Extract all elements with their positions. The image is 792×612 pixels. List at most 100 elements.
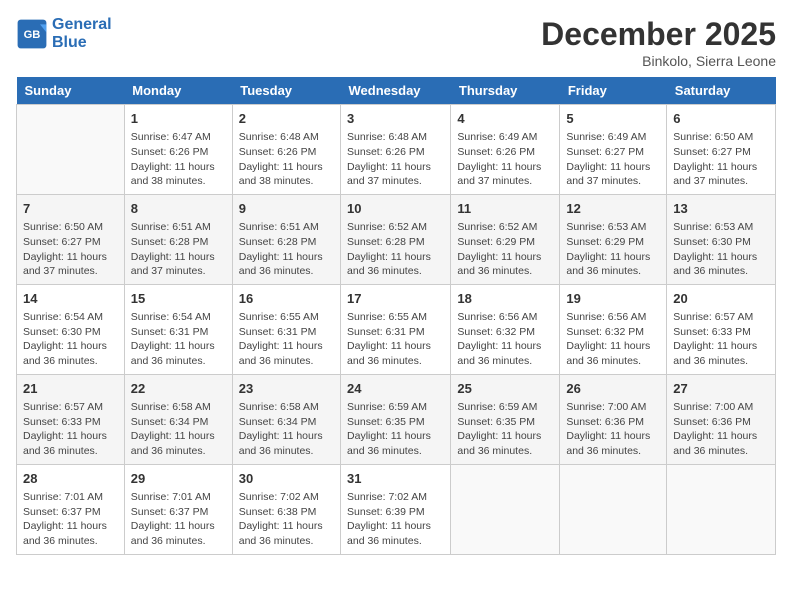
calendar-cell: 29 Sunrise: 7:01 AMSunset: 6:37 PMDayligh… (124, 464, 232, 554)
svg-text:GB: GB (24, 29, 41, 41)
day-info: Sunrise: 6:50 AMSunset: 6:27 PMDaylight:… (23, 220, 118, 279)
calendar-cell: 31Sunrise: 7:02 AMSunset: 6:39 PMDayligh… (341, 464, 451, 554)
calendar-cell (17, 105, 125, 195)
header-friday: Friday (560, 77, 667, 105)
calendar-cell: 14 Sunrise: 6:54 AMSunset: 6:30 PMDayligh… (17, 284, 125, 374)
calendar-cell: 5Sunrise: 6:49 AMSunset: 6:27 PMDaylight… (560, 105, 667, 195)
calendar-cell (667, 464, 776, 554)
day-info: Sunrise: 6:51 AMSunset: 6:28 PMDaylight:… (239, 220, 334, 279)
day-number: 27 (673, 380, 769, 398)
header-monday: Monday (124, 77, 232, 105)
day-info: Sunrise: 7:01 AMSunset: 6:37 PMDaylight:… (23, 490, 118, 549)
calendar-cell: 22 Sunrise: 6:58 AMSunset: 6:34 PMDayligh… (124, 374, 232, 464)
day-number: 25 (457, 380, 553, 398)
day-number: 3 (347, 110, 444, 128)
day-info: Sunrise: 6:51 AMSunset: 6:28 PMDaylight:… (131, 220, 226, 279)
calendar-cell: 12 Sunrise: 6:53 AMSunset: 6:29 PMDayligh… (560, 194, 667, 284)
calendar-cell: 1 Sunrise: 6:47 AMSunset: 6:26 PMDaylight… (124, 105, 232, 195)
day-info: Sunrise: 6:58 AMSunset: 6:34 PMDaylight:… (239, 400, 334, 459)
day-number: 23 (239, 380, 334, 398)
day-info: Sunrise: 7:00 AMSunset: 6:36 PMDaylight:… (673, 400, 769, 459)
day-number: 21 (23, 380, 118, 398)
header-thursday: Thursday (451, 77, 560, 105)
day-number: 12 (566, 200, 660, 218)
day-info: Sunrise: 6:55 AMSunset: 6:31 PMDaylight:… (239, 310, 334, 369)
day-number: 18 (457, 290, 553, 308)
day-info: Sunrise: 6:47 AMSunset: 6:26 PMDaylight:… (131, 130, 226, 189)
calendar-week-row: 28 Sunrise: 7:01 AMSunset: 6:37 PMDayligh… (17, 464, 776, 554)
calendar-cell: 19Sunrise: 6:56 AMSunset: 6:32 PMDayligh… (560, 284, 667, 374)
calendar-week-row: 21 Sunrise: 6:57 AMSunset: 6:33 PMDayligh… (17, 374, 776, 464)
day-info: Sunrise: 6:59 AMSunset: 6:35 PMDaylight:… (347, 400, 444, 459)
day-info: Sunrise: 6:53 AMSunset: 6:29 PMDaylight:… (566, 220, 660, 279)
calendar-cell: 20 Sunrise: 6:57 AMSunset: 6:33 PMDayligh… (667, 284, 776, 374)
day-info: Sunrise: 7:01 AMSunset: 6:37 PMDaylight:… (131, 490, 226, 549)
calendar-table: SundayMondayTuesdayWednesdayThursdayFrid… (16, 77, 776, 555)
calendar-cell: 30Sunrise: 7:02 AMSunset: 6:38 PMDayligh… (232, 464, 340, 554)
day-info: Sunrise: 7:02 AMSunset: 6:38 PMDaylight:… (239, 490, 334, 549)
day-number: 2 (239, 110, 334, 128)
day-info: Sunrise: 6:53 AMSunset: 6:30 PMDaylight:… (673, 220, 769, 279)
calendar-week-row: 7 Sunrise: 6:50 AMSunset: 6:27 PMDaylight… (17, 194, 776, 284)
day-info: Sunrise: 6:50 AMSunset: 6:27 PMDaylight:… (673, 130, 769, 189)
calendar-cell: 6 Sunrise: 6:50 AMSunset: 6:27 PMDaylight… (667, 105, 776, 195)
day-number: 20 (673, 290, 769, 308)
day-info: Sunrise: 6:54 AMSunset: 6:30 PMDaylight:… (23, 310, 118, 369)
day-number: 10 (347, 200, 444, 218)
day-info: Sunrise: 6:56 AMSunset: 6:32 PMDaylight:… (457, 310, 553, 369)
day-number: 16 (239, 290, 334, 308)
day-number: 5 (566, 110, 660, 128)
calendar-cell: 9 Sunrise: 6:51 AMSunset: 6:28 PMDaylight… (232, 194, 340, 284)
header-saturday: Saturday (667, 77, 776, 105)
calendar-cell (560, 464, 667, 554)
day-number: 9 (239, 200, 334, 218)
day-number: 7 (23, 200, 118, 218)
day-info: Sunrise: 6:52 AMSunset: 6:29 PMDaylight:… (457, 220, 553, 279)
title-block: December 2025 Binkolo, Sierra Leone (541, 16, 776, 69)
calendar-cell: 2 Sunrise: 6:48 AMSunset: 6:26 PMDaylight… (232, 105, 340, 195)
day-info: Sunrise: 6:57 AMSunset: 6:33 PMDaylight:… (23, 400, 118, 459)
day-info: Sunrise: 6:48 AMSunset: 6:26 PMDaylight:… (239, 130, 334, 189)
calendar-cell: 8 Sunrise: 6:51 AMSunset: 6:28 PMDaylight… (124, 194, 232, 284)
calendar-cell: 26 Sunrise: 7:00 AMSunset: 6:36 PMDayligh… (560, 374, 667, 464)
day-number: 28 (23, 470, 118, 488)
day-number: 17 (347, 290, 444, 308)
day-info: Sunrise: 6:54 AMSunset: 6:31 PMDaylight:… (131, 310, 226, 369)
calendar-cell: 16 Sunrise: 6:55 AMSunset: 6:31 PMDayligh… (232, 284, 340, 374)
day-info: Sunrise: 6:48 AMSunset: 6:26 PMDaylight:… (347, 130, 444, 189)
calendar-cell: 27 Sunrise: 7:00 AMSunset: 6:36 PMDayligh… (667, 374, 776, 464)
header-wednesday: Wednesday (341, 77, 451, 105)
calendar-cell: 3 Sunrise: 6:48 AMSunset: 6:26 PMDaylight… (341, 105, 451, 195)
logo: GB General Blue (16, 16, 112, 51)
calendar-week-row: 1 Sunrise: 6:47 AMSunset: 6:26 PMDaylight… (17, 105, 776, 195)
day-info: Sunrise: 6:49 AMSunset: 6:26 PMDaylight:… (457, 130, 553, 189)
day-info: Sunrise: 7:00 AMSunset: 6:36 PMDaylight:… (566, 400, 660, 459)
logo-icon: GB (16, 18, 48, 50)
day-info: Sunrise: 6:55 AMSunset: 6:31 PMDaylight:… (347, 310, 444, 369)
day-info: Sunrise: 6:57 AMSunset: 6:33 PMDaylight:… (673, 310, 769, 369)
calendar-cell: 13Sunrise: 6:53 AMSunset: 6:30 PMDayligh… (667, 194, 776, 284)
day-info: Sunrise: 7:02 AMSunset: 6:39 PMDaylight:… (347, 490, 444, 549)
day-number: 1 (131, 110, 226, 128)
day-number: 4 (457, 110, 553, 128)
day-number: 26 (566, 380, 660, 398)
day-number: 6 (673, 110, 769, 128)
day-number: 14 (23, 290, 118, 308)
calendar-cell: 11Sunrise: 6:52 AMSunset: 6:29 PMDayligh… (451, 194, 560, 284)
day-info: Sunrise: 6:59 AMSunset: 6:35 PMDaylight:… (457, 400, 553, 459)
calendar-cell: 15 Sunrise: 6:54 AMSunset: 6:31 PMDayligh… (124, 284, 232, 374)
calendar-week-row: 14 Sunrise: 6:54 AMSunset: 6:30 PMDayligh… (17, 284, 776, 374)
day-info: Sunrise: 6:56 AMSunset: 6:32 PMDaylight:… (566, 310, 660, 369)
calendar-cell: 18 Sunrise: 6:56 AMSunset: 6:32 PMDayligh… (451, 284, 560, 374)
day-number: 15 (131, 290, 226, 308)
header-sunday: Sunday (17, 77, 125, 105)
day-number: 24 (347, 380, 444, 398)
calendar-header-row: SundayMondayTuesdayWednesdayThursdayFrid… (17, 77, 776, 105)
logo-text: General Blue (52, 16, 112, 51)
day-number: 29 (131, 470, 226, 488)
day-number: 8 (131, 200, 226, 218)
day-info: Sunrise: 6:58 AMSunset: 6:34 PMDaylight:… (131, 400, 226, 459)
calendar-cell: 24 Sunrise: 6:59 AMSunset: 6:35 PMDayligh… (341, 374, 451, 464)
calendar-cell: 4 Sunrise: 6:49 AMSunset: 6:26 PMDaylight… (451, 105, 560, 195)
day-number: 22 (131, 380, 226, 398)
